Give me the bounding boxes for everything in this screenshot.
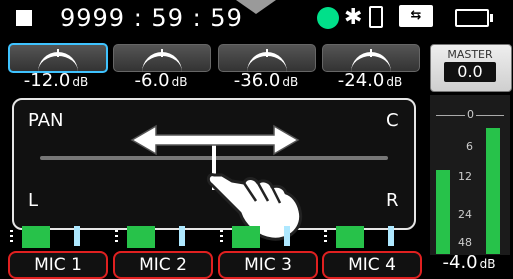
mic-1-button[interactable]: MIC 1	[8, 251, 108, 279]
mic-2-button[interactable]: MIC 2	[113, 251, 213, 279]
master-scale-0: 0	[465, 108, 476, 121]
gain-knob-mic-2[interactable]	[113, 44, 211, 72]
master-label: MASTER	[447, 48, 493, 61]
master-scale-6: 6	[466, 140, 473, 153]
pan-center-label: C	[386, 110, 399, 131]
gain-value-mic-2: -6.0 dB	[134, 70, 188, 91]
channel-meter-mic-3	[218, 226, 314, 248]
channel-meter-mic-2	[113, 226, 209, 248]
gain-knob-mic-1[interactable]	[8, 43, 108, 73]
mic-3-button[interactable]: MIC 3	[218, 251, 318, 279]
record-indicator-icon	[317, 7, 339, 29]
master-value: 0.0	[444, 62, 496, 82]
double-arrow-icon	[130, 124, 300, 156]
gain-value-mic-4: -24.0 dB	[337, 70, 403, 91]
usb-icon: ⇆	[399, 5, 433, 27]
master-meter-left-bar	[436, 170, 450, 254]
mic-4-button[interactable]: MIC 4	[322, 251, 422, 279]
gain-value-mic-1: -12.0 dB	[23, 70, 89, 91]
timecode-display: 9999 : 59 : 59	[60, 4, 243, 32]
master-level-value: -4.0 dB	[442, 252, 496, 273]
pan-title: PAN	[28, 110, 64, 131]
bluetooth-icon: ✱	[344, 5, 363, 30]
gain-value-mic-3: -36.0 dB	[233, 70, 299, 91]
master-scale-12: 12	[458, 170, 472, 183]
channel-meter-mic-1	[8, 226, 104, 248]
phone-icon	[369, 6, 383, 28]
pan-left-label: L	[28, 190, 39, 211]
gain-knob-mic-4[interactable]	[322, 44, 420, 72]
gain-knob-mic-3[interactable]	[218, 44, 316, 72]
stop-icon[interactable]	[16, 10, 32, 26]
channel-meter-mic-4	[322, 226, 418, 248]
pan-right-label: R	[386, 190, 399, 211]
battery-icon	[455, 9, 493, 27]
master-scale-24: 24	[458, 208, 472, 221]
master-scale-48: 48	[458, 236, 472, 249]
master-meter-right-bar	[486, 128, 500, 254]
